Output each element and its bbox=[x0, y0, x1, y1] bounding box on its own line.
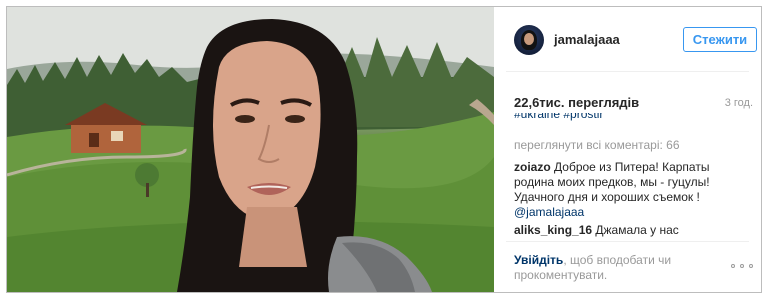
instagram-post-embed: jamalajaaa Стежити 22,6тис. переглядів 3… bbox=[6, 6, 762, 293]
comment-text: Джамала у нас bbox=[595, 223, 679, 237]
caption-hashtag-clipped[interactable]: #ukraine #prostir bbox=[514, 113, 714, 121]
login-prompt: Увійдіть, щоб вподобати чи прокоментуват… bbox=[514, 253, 714, 283]
header-divider bbox=[506, 71, 749, 72]
comment-item: zoiazo Доброе из Питера! Карпаты родина … bbox=[514, 160, 749, 220]
post-side-panel: jamalajaaa Стежити 22,6тис. переглядів 3… bbox=[494, 7, 761, 292]
view-all-comments-link[interactable]: переглянути всі коментарі: 66 bbox=[514, 138, 680, 152]
comment-author-link[interactable]: zoiazo bbox=[514, 160, 551, 174]
follow-button[interactable]: Стежити bbox=[683, 27, 757, 52]
comment-mention-link[interactable]: @jamalajaaa bbox=[514, 205, 584, 219]
post-video[interactable] bbox=[7, 7, 494, 292]
profile-avatar[interactable] bbox=[514, 25, 544, 55]
comment-author-link[interactable]: aliks_king_16 bbox=[514, 223, 592, 237]
username-link[interactable]: jamalajaaa bbox=[554, 32, 620, 47]
footer-divider bbox=[506, 241, 749, 242]
more-options-icon[interactable] bbox=[731, 262, 753, 270]
post-header: jamalajaaa Стежити bbox=[494, 7, 761, 71]
view-count: 22,6тис. переглядів bbox=[514, 95, 640, 110]
login-link[interactable]: Увійдіть bbox=[514, 253, 563, 267]
video-frame-illustration bbox=[7, 7, 494, 292]
comment-item: aliks_king_16 Джамала у нас bbox=[514, 223, 749, 238]
post-timestamp[interactable]: 3 год. bbox=[725, 97, 753, 109]
caption-hashtag-text: #ukraine #prostir bbox=[514, 113, 604, 121]
